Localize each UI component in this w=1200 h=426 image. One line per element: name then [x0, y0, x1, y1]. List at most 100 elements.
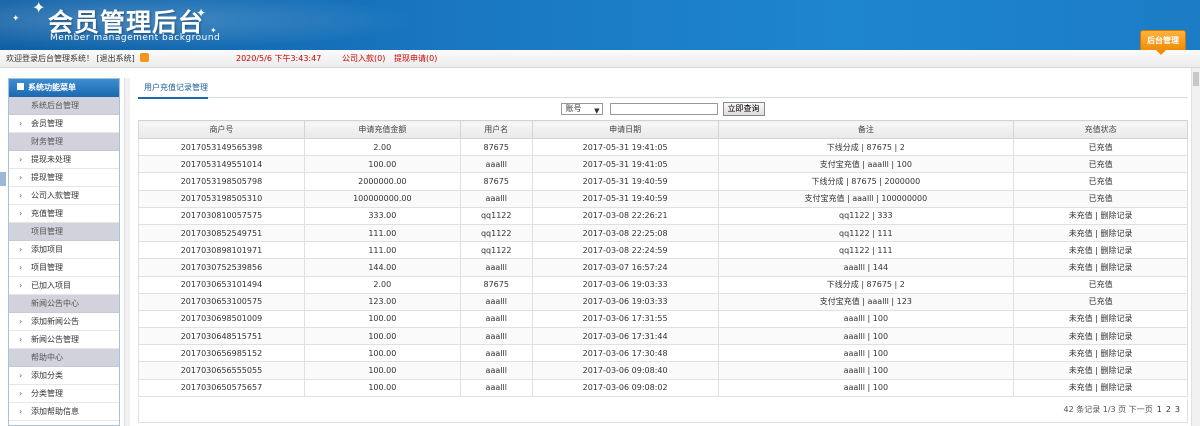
sidebar-item-label: 会员管理 — [31, 119, 63, 128]
tab-admin[interactable]: 后台管理 — [1140, 30, 1186, 50]
sidebar-group-header[interactable]: 系统后台管理 — [9, 97, 119, 115]
recharge-status-cell[interactable]: 未充值 | 删除记录 — [1013, 223, 1188, 243]
column-header[interactable]: 用户名 — [459, 120, 533, 139]
chevron-right-icon: › — [19, 209, 23, 218]
sidebar-item-label: 项目管理 — [31, 227, 63, 236]
page-link[interactable]: 3 — [1175, 405, 1180, 414]
table-row: 2017030752539856 144.00 aaalll 2017-03-07 1… — [138, 258, 1188, 277]
table-cell: 下线分成 | 87675 | 2000000 — [717, 172, 1015, 191]
recharge-status-cell[interactable]: 未充值 | 删除记录 — [1013, 378, 1188, 397]
table-cell: 2017053149565398 — [138, 137, 305, 157]
recharge-status-cell[interactable]: 未充值 | 删除记录 — [1013, 344, 1188, 363]
app-subtitle: Member management background — [50, 33, 221, 43]
table-row: 2017030653100575 123.00 aaalll 2017-03-06 1… — [138, 292, 1188, 311]
sidebar-scrollbar[interactable] — [124, 78, 130, 426]
column-header[interactable]: 商户号 — [138, 120, 305, 139]
table-cell: 2017-03-07 16:57:24 — [531, 258, 719, 277]
scrollbar-thumb[interactable] — [1193, 72, 1199, 86]
sidebar-collapse-handle[interactable] — [0, 172, 6, 186]
sidebar-item[interactable]: › 项目管理 — [9, 259, 119, 277]
sidebar: 系统功能菜单 系统后台管理 › 会员管理 财务管理 › 提现未处理 › 提现管理 › 公司入款管理… — [8, 78, 120, 426]
sidebar-group-header[interactable]: 项目管理 — [9, 223, 119, 241]
table-cell: 111.00 — [303, 223, 461, 243]
logout-link[interactable]: [退出系统] — [97, 54, 135, 63]
table-cell: aaalll — [459, 258, 533, 277]
column-header[interactable]: 充值状态 — [1013, 120, 1188, 139]
table-cell: aaalll | 144 — [717, 258, 1015, 277]
recharge-status-cell[interactable]: 未充值 | 删除记录 — [1013, 361, 1188, 380]
page-title: 用户充值记录管理 — [138, 78, 1188, 99]
sidebar-item-label: 财务管理 — [31, 137, 63, 146]
sidebar-item[interactable]: › 提现未处理 — [9, 151, 119, 169]
table-cell: 2017053198505798 — [138, 172, 305, 191]
chevron-right-icon: › — [19, 281, 23, 290]
page-link[interactable]: 2 — [1166, 405, 1171, 414]
table-cell: 下线分成 | 87675 | 2 — [717, 275, 1015, 294]
column-header[interactable]: 申请日期 — [531, 120, 719, 139]
sidebar-item[interactable]: › 添加帮助信息 — [9, 403, 119, 421]
sidebar-item-label: 添加项目 — [31, 245, 63, 254]
table-cell: 100.00 — [303, 361, 461, 380]
table-cell: 100.00 — [303, 309, 461, 329]
sidebar-item[interactable]: › 添加项目 — [9, 241, 119, 259]
sidebar-group-header[interactable]: 新闻公告中心 — [9, 295, 119, 313]
search-button[interactable]: 立即查询 — [722, 102, 765, 116]
table-cell: 2017030648515751 — [138, 327, 305, 346]
table-row: 2017030898101971 111.00 qq1122 2017-03-08 2… — [138, 241, 1188, 260]
page-scrollbar[interactable] — [1191, 68, 1200, 426]
table-cell: qq1122 — [459, 223, 533, 243]
recharge-status-cell[interactable]: 未充值 | 删除记录 — [1013, 206, 1188, 225]
active-tab-pointer — [1156, 50, 1166, 55]
sidebar-item-label: 新闻公告中心 — [31, 299, 79, 308]
recharge-records-table: 商户号 申请充值金额 用户名 申请日期 备注 充值状态 2017053149565398 2… — [138, 120, 1188, 397]
table-cell: aaalll — [459, 189, 533, 208]
table-body: 2017053149565398 2.00 87675 2017-05-31 19:4… — [138, 137, 1188, 397]
table-cell: 支付宝充值 | aaalll | 100000000 — [717, 189, 1015, 208]
recharge-status-cell[interactable]: 未充值 | 删除记录 — [1013, 258, 1188, 277]
chevron-right-icon: › — [19, 245, 23, 254]
withdraw-requests-link[interactable]: 提现申请(0) — [394, 50, 437, 68]
sidebar-item[interactable]: › 新闻公告管理 — [9, 331, 119, 349]
page-link[interactable]: 1 — [1157, 405, 1162, 414]
table-cell: 2017030852549751 — [138, 223, 305, 243]
table-cell: 2017-03-06 09:08:40 — [531, 361, 719, 380]
sidebar-item[interactable]: › 分类管理 — [9, 385, 119, 403]
rss-icon[interactable] — [140, 53, 150, 62]
search-input[interactable] — [610, 103, 718, 115]
recharge-status-cell: 已充值 — [1013, 137, 1188, 157]
sidebar-item[interactable]: ›帮助管理 — [9, 421, 119, 425]
sidebar-item[interactable]: › 会员管理 — [9, 115, 119, 133]
recharge-status-cell[interactable]: 未充值 | 删除记录 — [1013, 241, 1188, 260]
sidebar-item[interactable]: › 添加分类 — [9, 367, 119, 385]
table-row: 2017030650575657 100.00 aaalll 2017-03-06 0… — [138, 378, 1188, 397]
sidebar-item-label: 提现管理 — [31, 173, 63, 182]
sidebar-item[interactable]: › 添加新闻公告 — [9, 313, 119, 331]
table-row: 2017053149565398 2.00 87675 2017-05-31 19:4… — [138, 137, 1188, 157]
table-cell: aaalll — [459, 361, 533, 380]
chevron-right-icon: › — [19, 173, 23, 182]
sidebar-group-header[interactable]: 财务管理 — [9, 133, 119, 151]
welcome-text: 欢迎登录后台管理系统！ — [6, 54, 94, 63]
table-cell: 支付宝充值 | aaalll | 100 — [717, 155, 1015, 174]
recharge-status-cell[interactable]: 未充值 | 删除记录 — [1013, 309, 1188, 329]
sidebar-item[interactable]: › 充值管理 — [9, 205, 119, 223]
column-header[interactable]: 申请充值金额 — [303, 120, 461, 139]
chevron-right-icon: › — [19, 191, 23, 200]
chevron-right-icon: › — [19, 155, 23, 164]
column-header[interactable]: 备注 — [717, 120, 1015, 139]
table-cell: 2017030752539856 — [138, 258, 305, 277]
sidebar-group-header[interactable]: 帮助中心 — [9, 349, 119, 367]
table-header-row: 商户号 申请充值金额 用户名 申请日期 备注 充值状态 — [138, 120, 1188, 139]
company-income-link[interactable]: 公司入款(0) — [342, 50, 385, 68]
table-cell: 2017030656555055 — [138, 361, 305, 380]
sidebar-item[interactable]: › 提现管理 — [9, 169, 119, 187]
table-cell: aaalll | 100 — [717, 309, 1015, 329]
sidebar-item[interactable]: › 公司入款管理 — [9, 187, 119, 205]
current-datetime: 2020/5/6 下午3:43:47 — [236, 54, 322, 63]
table-cell: 2017030898101971 — [138, 241, 305, 260]
table-cell: 2017030656985152 — [138, 344, 305, 363]
recharge-status-cell[interactable]: 未充值 | 删除记录 — [1013, 327, 1188, 346]
sidebar-item[interactable]: › 已加入项目 — [9, 277, 119, 295]
search-field-select[interactable]: 账号 ▼ — [561, 103, 604, 115]
table-row: 2017030810057575 333.00 qq1122 2017-03-08 2… — [138, 206, 1188, 225]
